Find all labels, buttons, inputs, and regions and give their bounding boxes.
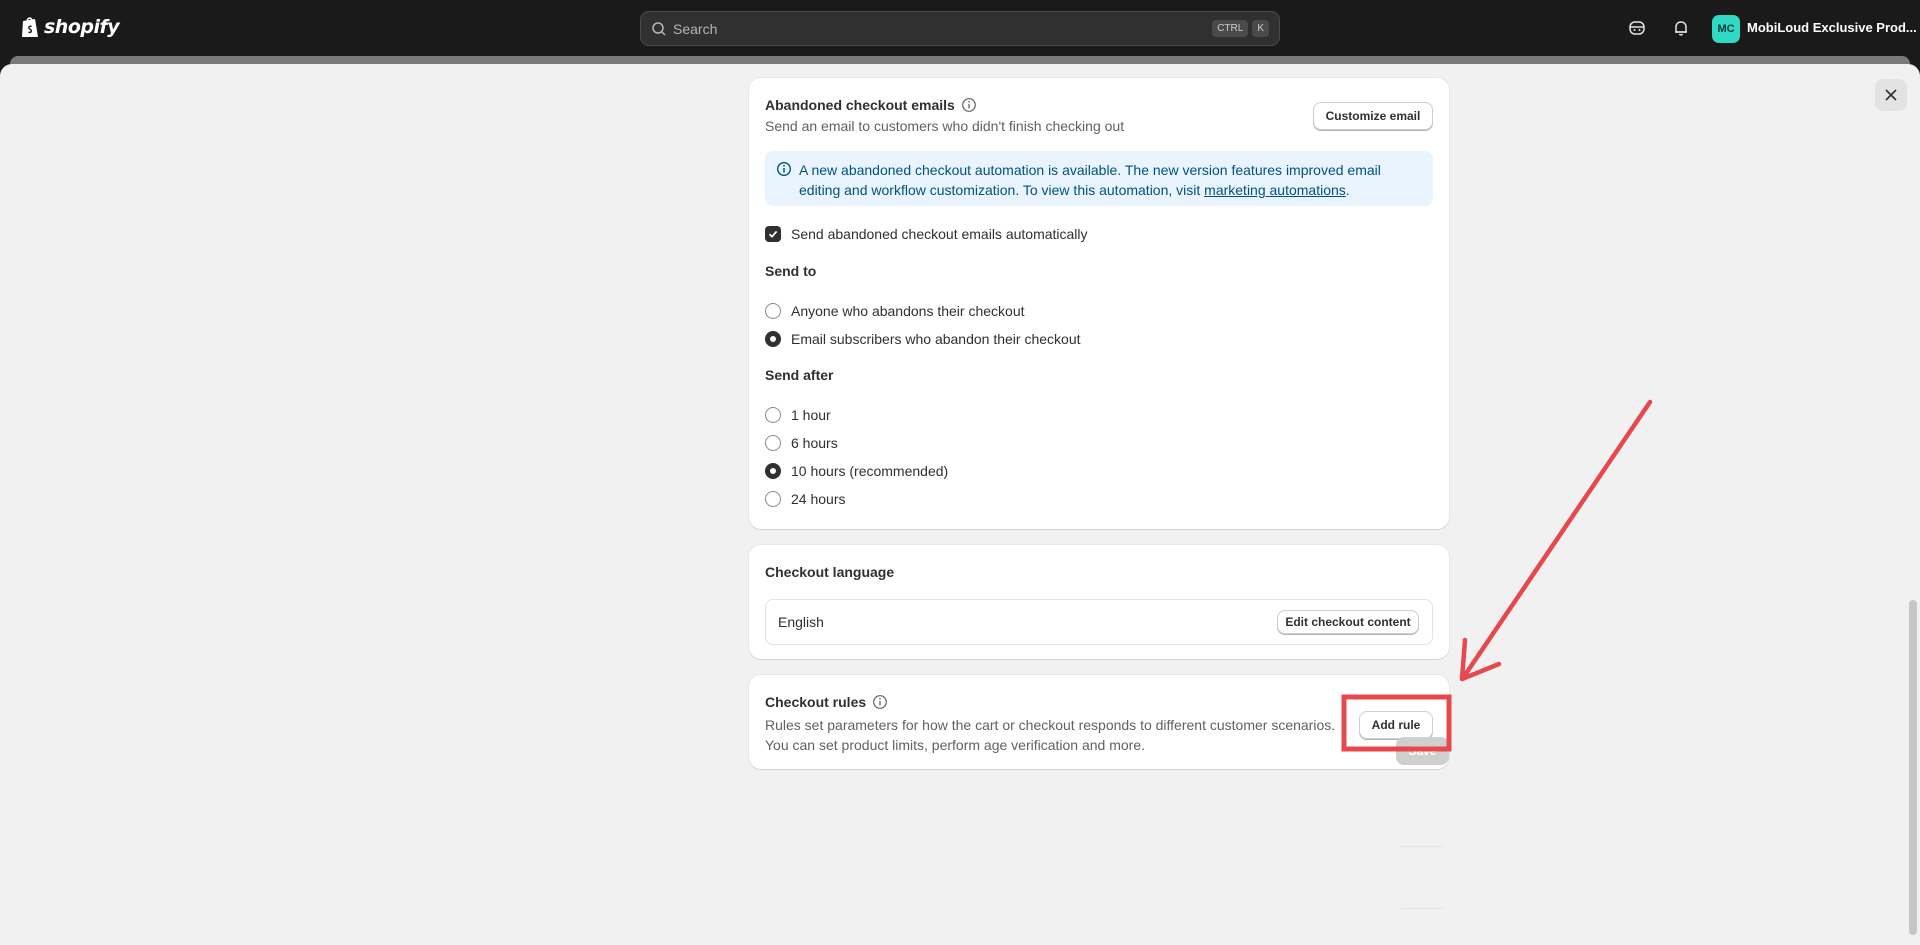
- auto-send-label: Send abandoned checkout emails automatic…: [791, 226, 1088, 242]
- radio-6-hours[interactable]: [765, 435, 781, 451]
- radio-1-hour[interactable]: [765, 407, 781, 423]
- send-to-label: Send to: [765, 263, 817, 279]
- checkmark-icon: [768, 230, 778, 238]
- store-avatar[interactable]: MC: [1712, 15, 1740, 43]
- notifications-button[interactable]: [1669, 16, 1693, 40]
- sidekick-icon: [1629, 21, 1645, 35]
- radio-label: 1 hour: [791, 407, 831, 423]
- shopify-bag-icon: [22, 17, 38, 37]
- auto-send-checkbox-row[interactable]: Send abandoned checkout emails automatic…: [765, 226, 1088, 242]
- top-bar: shopify Search CTRL K MC MobiLoud Exclus…: [0, 0, 1920, 56]
- auto-send-checkbox[interactable]: [765, 226, 781, 242]
- send-after-option-1h[interactable]: 1 hour: [765, 407, 831, 423]
- abandoned-checkout-card: Abandoned checkout emails Send an email …: [749, 78, 1449, 529]
- radio-label: Anyone who abandons their checkout: [791, 303, 1025, 319]
- language-title: Checkout language: [765, 564, 895, 580]
- info-icon[interactable]: [872, 694, 888, 710]
- checkout-rules-card: Checkout rules Rules set parameters for …: [749, 675, 1449, 769]
- bell-icon: [1675, 21, 1687, 36]
- customize-email-button[interactable]: Customize email: [1313, 102, 1433, 130]
- send-to-option-subscribers[interactable]: Email subscribers who abandon their chec…: [765, 331, 1081, 347]
- rules-title-row: Checkout rules: [765, 694, 888, 710]
- radio-anyone[interactable]: [765, 303, 781, 319]
- store-name[interactable]: MobiLoud Exclusive Prod...: [1747, 20, 1917, 35]
- automation-info-banner: A new abandoned checkout automation is a…: [765, 151, 1433, 206]
- language-row: English Edit checkout content: [765, 599, 1433, 645]
- search-icon: [652, 21, 666, 36]
- rules-description-line-2: You can set product limits, perform age …: [765, 737, 1146, 753]
- rules-description: Rules set parameters for how the cart or…: [765, 715, 1335, 755]
- rules-description-line-1: Rules set parameters for how the cart or…: [765, 717, 1336, 733]
- search-placeholder: Search: [673, 20, 718, 37]
- app-switcher-button[interactable]: [1625, 16, 1649, 40]
- radio-label: Email subscribers who abandon their chec…: [791, 331, 1081, 347]
- shortcut-key-ctrl: CTRL: [1212, 20, 1249, 37]
- radio-label: 10 hours (recommended): [791, 463, 949, 479]
- rules-title: Checkout rules: [765, 694, 867, 710]
- add-rule-button[interactable]: Add rule: [1359, 711, 1433, 739]
- send-after-option-6h[interactable]: 6 hours: [765, 435, 838, 451]
- marketing-automations-link[interactable]: marketing automations: [1204, 182, 1346, 198]
- close-button[interactable]: [1875, 79, 1907, 111]
- abandoned-title-row: Abandoned checkout emails: [765, 97, 977, 113]
- send-after-option-24h[interactable]: 24 hours: [765, 491, 845, 507]
- shopify-logo[interactable]: shopify: [20, 15, 120, 39]
- shortcut-key-k: K: [1252, 20, 1269, 37]
- background-layer: [10, 56, 1910, 64]
- language-value: English: [778, 614, 824, 630]
- search-input[interactable]: Search CTRL K: [640, 11, 1280, 46]
- banner-text-end: .: [1345, 182, 1350, 198]
- radio-subscribers[interactable]: [765, 331, 781, 347]
- divider: [1401, 846, 1443, 847]
- send-after-option-10h[interactable]: 10 hours (recommended): [765, 463, 948, 479]
- send-after-label: Send after: [765, 367, 834, 383]
- radio-24-hours[interactable]: [765, 491, 781, 507]
- brand-wordmark: shopify: [44, 16, 120, 38]
- info-circle-icon: [776, 161, 792, 177]
- save-button[interactable]: Save: [1396, 737, 1449, 765]
- send-to-option-anyone[interactable]: Anyone who abandons their checkout: [765, 303, 1025, 319]
- edit-checkout-content-button[interactable]: Edit checkout content: [1277, 610, 1419, 634]
- close-icon: [1885, 89, 1897, 101]
- radio-10-hours[interactable]: [765, 463, 781, 479]
- checkout-language-card: Checkout language English Edit checkout …: [749, 545, 1449, 659]
- radio-label: 24 hours: [791, 491, 846, 507]
- radio-label: 6 hours: [791, 435, 838, 451]
- info-icon[interactable]: [961, 97, 977, 113]
- divider: [1401, 908, 1443, 909]
- abandoned-title: Abandoned checkout emails: [765, 97, 955, 113]
- scrollbar[interactable]: [1909, 600, 1917, 935]
- abandoned-description: Send an email to customers who didn't fi…: [765, 118, 1125, 134]
